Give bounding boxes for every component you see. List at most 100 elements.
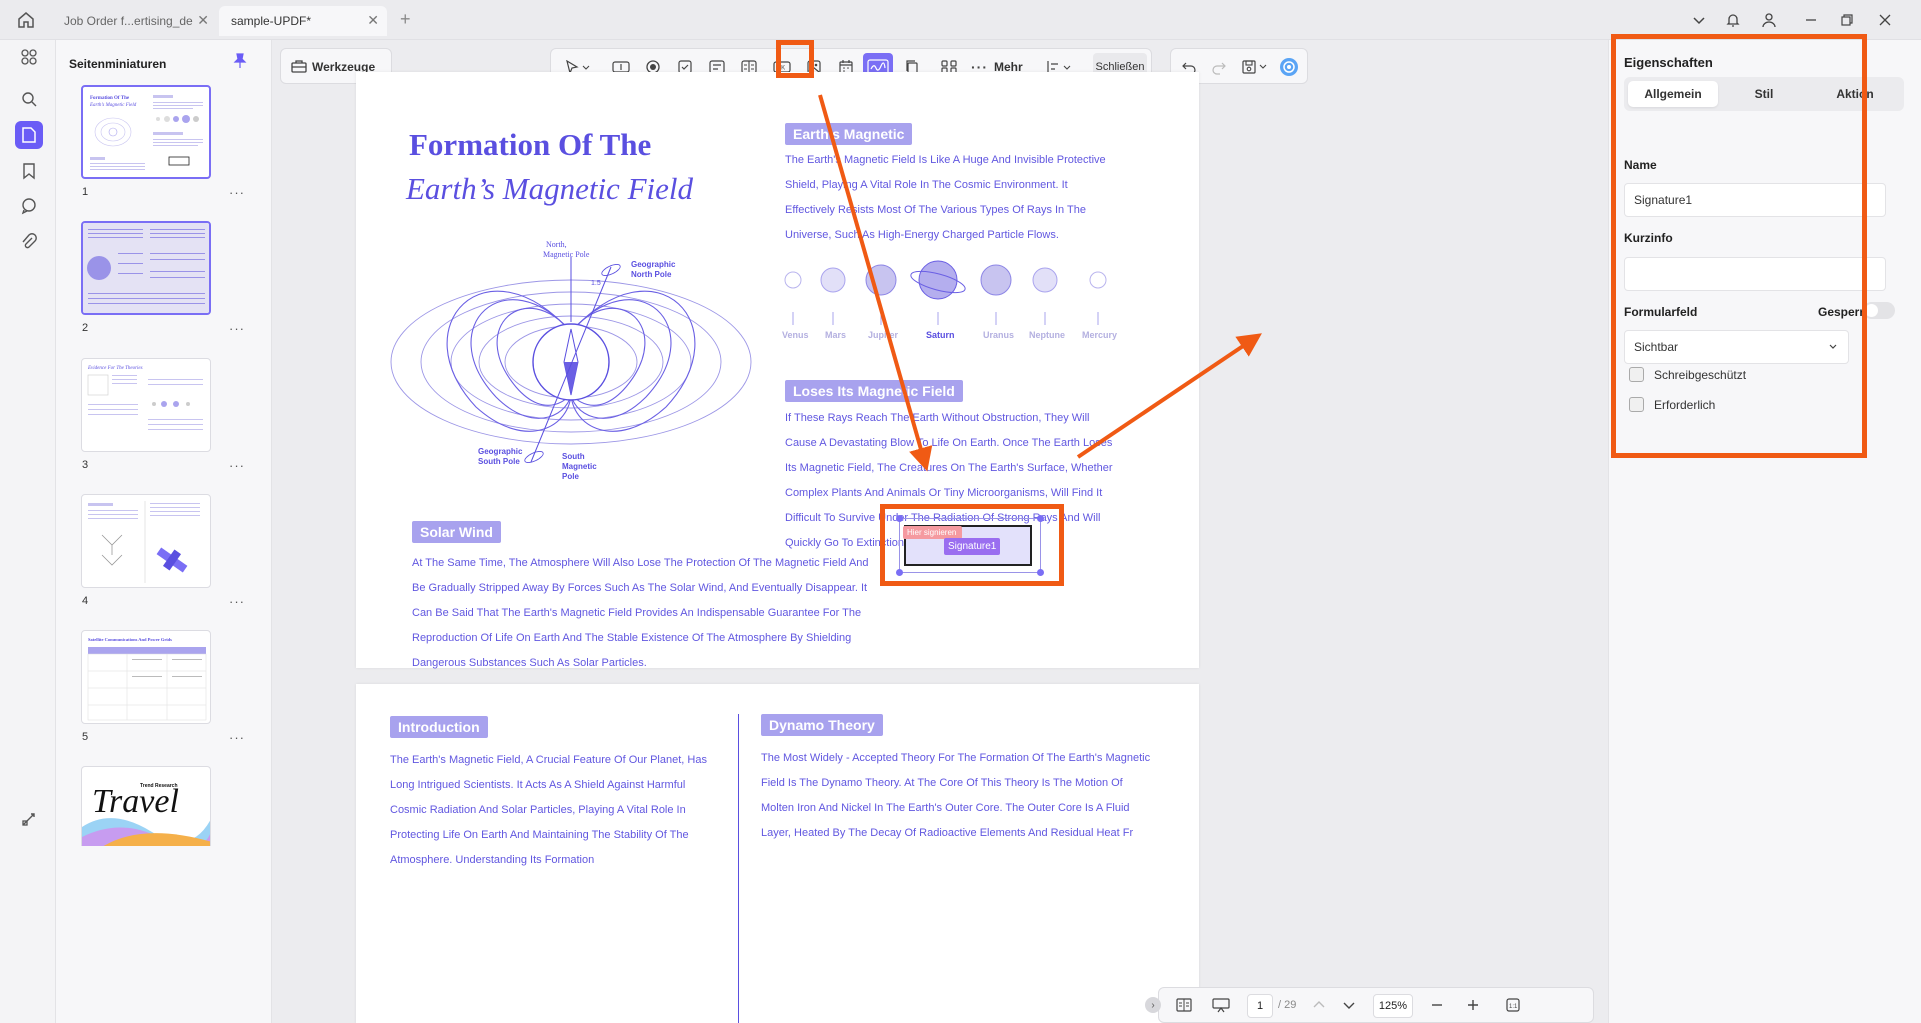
diagram-label-geo-south-2: South Pole (478, 457, 520, 466)
zoom-out-icon[interactable] (1429, 997, 1445, 1013)
next-page-icon[interactable] (1341, 997, 1357, 1013)
search-icon[interactable] (15, 85, 43, 113)
page-total: / 29 (1278, 999, 1297, 1011)
page-number: 2 (82, 322, 89, 334)
page-thumbnail-5[interactable]: Satellite Communications And Power Grids (81, 630, 211, 724)
planet-label-saturn: Saturn (926, 330, 955, 340)
diagram-label-south-magnetic-2: Magnetic (562, 462, 597, 471)
document-title: Formation Of The (409, 127, 652, 162)
bookmark-icon[interactable] (15, 157, 43, 185)
close-window-icon[interactable] (1874, 10, 1896, 30)
page-number: 3 (82, 459, 89, 471)
zoom-in-icon[interactable] (1465, 997, 1481, 1013)
zoom-level-input[interactable]: 125% (1373, 994, 1413, 1018)
page-thumbnail-4[interactable] (81, 494, 211, 588)
collapse-bar-icon[interactable]: › (1145, 997, 1161, 1013)
pdf-page-2: Introduction The Earth's Magnetic Field,… (356, 684, 1199, 1023)
thumbnail-more-button[interactable]: ··· (229, 594, 245, 609)
new-tab-icon[interactable]: + (400, 9, 411, 30)
page-thumbnail-2[interactable] (81, 221, 211, 315)
fit-page-icon[interactable]: 1:1 (1505, 997, 1521, 1013)
home-icon[interactable] (14, 9, 38, 31)
diagram-label-north-magnetic-2: Magnetic Pole (543, 250, 590, 259)
page-number: 1 (82, 186, 89, 198)
paragraph-earth: The Earth's Magnetic Field Is Like A Hug… (785, 154, 1106, 241)
paragraph-intro: The Earth's Magnetic Field, A Crucial Fe… (390, 754, 707, 866)
chevron-down-icon[interactable] (1688, 10, 1710, 30)
highlight-signature-field (880, 504, 1064, 586)
planet-label-mercury: Mercury (1082, 330, 1118, 340)
close-tab-icon[interactable]: ✕ (367, 13, 379, 27)
save-icon[interactable] (1237, 53, 1273, 81)
svg-text:Formation Of The: Formation Of The (90, 96, 130, 101)
thumbnails-panel: Seitenminiaturen Formation Of The Earth’… (56, 40, 272, 1023)
column-divider (738, 714, 739, 1023)
tab-sample-updf[interactable]: sample-UPDF* ✕ (219, 6, 387, 36)
attachment-icon[interactable] (15, 228, 43, 256)
view-mode-icon[interactable] (1175, 997, 1193, 1013)
redo-icon[interactable] (1205, 53, 1233, 81)
svg-text:1:1: 1:1 (1509, 1004, 1518, 1010)
settings-icon[interactable] (15, 805, 43, 833)
document-subtitle: Earth’s Magnetic Field (406, 171, 693, 206)
page-number-input[interactable]: 1 (1247, 994, 1273, 1018)
properties-panel: Eigenschaften Allgemein Stil Aktion Name… (1608, 34, 1921, 1023)
thumbnail-more-button[interactable]: ··· (229, 185, 245, 200)
user-icon[interactable] (1758, 10, 1780, 30)
paragraph-dynamo: The Most Widely - Accepted Theory For Th… (761, 752, 1151, 839)
tab-job-order[interactable]: Job Order f...ertising_de ✕ (52, 6, 217, 36)
thumbnail-more-button[interactable]: ··· (229, 730, 245, 745)
diagram-label-geo-south: Geographic (478, 447, 523, 456)
tab-title: sample-UPDF* (231, 14, 312, 28)
thumbnail-title: Satellite Communications And Power Grids (88, 637, 172, 642)
diagram-label-geo-north: Geographic (631, 260, 676, 269)
ai-assistant-icon[interactable] (1275, 53, 1303, 81)
svg-text:Earth’s Magnetic Field: Earth’s Magnetic Field (89, 103, 137, 108)
grid-view-icon[interactable] (15, 43, 43, 71)
paragraph-solar: At The Same Time, The Atmosphere Will Al… (412, 557, 869, 669)
diagram-label-south-magnetic: South (562, 452, 585, 461)
restore-icon[interactable] (1836, 10, 1858, 30)
planet-label-venus: Venus (782, 330, 809, 340)
page-thumbnail-3[interactable]: Evidence For The Theories (81, 358, 211, 452)
planet-label-jupiter: Jupiter (868, 330, 899, 340)
page-thumbnail-6[interactable]: Travel Trend Research (81, 766, 211, 846)
comment-icon[interactable] (15, 192, 43, 220)
highlight-properties (1611, 34, 1867, 458)
thumbnail-subtitle: Trend Research (140, 783, 178, 789)
panel-title: Seitenminiaturen (69, 57, 167, 71)
section-heading-intro: Introduction (390, 716, 488, 738)
page-thumbnail-1[interactable]: Formation Of The Earth’s Magnetic Field (81, 85, 211, 179)
minimize-icon[interactable] (1800, 10, 1822, 30)
bell-icon[interactable] (1722, 10, 1744, 30)
page-navigation-bar: › 1 / 29 125% 1:1 (1145, 987, 1594, 1023)
section-heading-earth: Earth's Magnetic (785, 123, 913, 145)
magnetic-field-diagram: North, Magnetic Pole Geographic North Po… (386, 237, 766, 492)
planet-label-neptune: Neptune (1029, 330, 1065, 340)
pdf-page-1: Formation Of The Earth’s Magnetic Field (356, 72, 1199, 669)
tab-title: Job Order f...ertising_de (64, 14, 193, 28)
section-heading-loses: Loses Its Magnetic Field (785, 380, 963, 402)
presentation-icon[interactable] (1211, 997, 1231, 1013)
diagram-label-north-magnetic: North, (546, 240, 567, 249)
toolbox-icon (291, 59, 307, 73)
left-icon-rail (0, 40, 56, 1023)
close-tab-icon[interactable]: ✕ (197, 13, 209, 27)
page-number: 4 (82, 595, 89, 607)
pin-icon[interactable] (233, 53, 247, 69)
planet-label-uranus: Uranus (983, 330, 1015, 340)
diagram-label-angle: 1.5 (591, 280, 601, 287)
planets-illustration: Venus Mars Jupiter Saturn Uranus Neptune… (776, 257, 1121, 342)
thumbnail-more-button[interactable]: ··· (229, 458, 245, 473)
document-canvas: Werkzeuge OK ··· Mehr Schließen Formatio… (272, 40, 1608, 1023)
thumbnails-icon[interactable] (15, 121, 43, 149)
section-heading-dynamo: Dynamo Theory (761, 714, 883, 736)
section-heading-solar: Solar Wind (412, 521, 501, 543)
diagram-label-geo-north-2: North Pole (631, 270, 672, 279)
highlight-signature-tool (776, 40, 814, 78)
previous-page-icon[interactable] (1311, 997, 1327, 1013)
thumbnail-more-button[interactable]: ··· (229, 321, 245, 336)
thumbnail-title: Evidence For The Theories (87, 366, 143, 371)
diagram-label-south-magnetic-3: Pole (562, 472, 579, 481)
locked-toggle[interactable] (1863, 302, 1895, 319)
